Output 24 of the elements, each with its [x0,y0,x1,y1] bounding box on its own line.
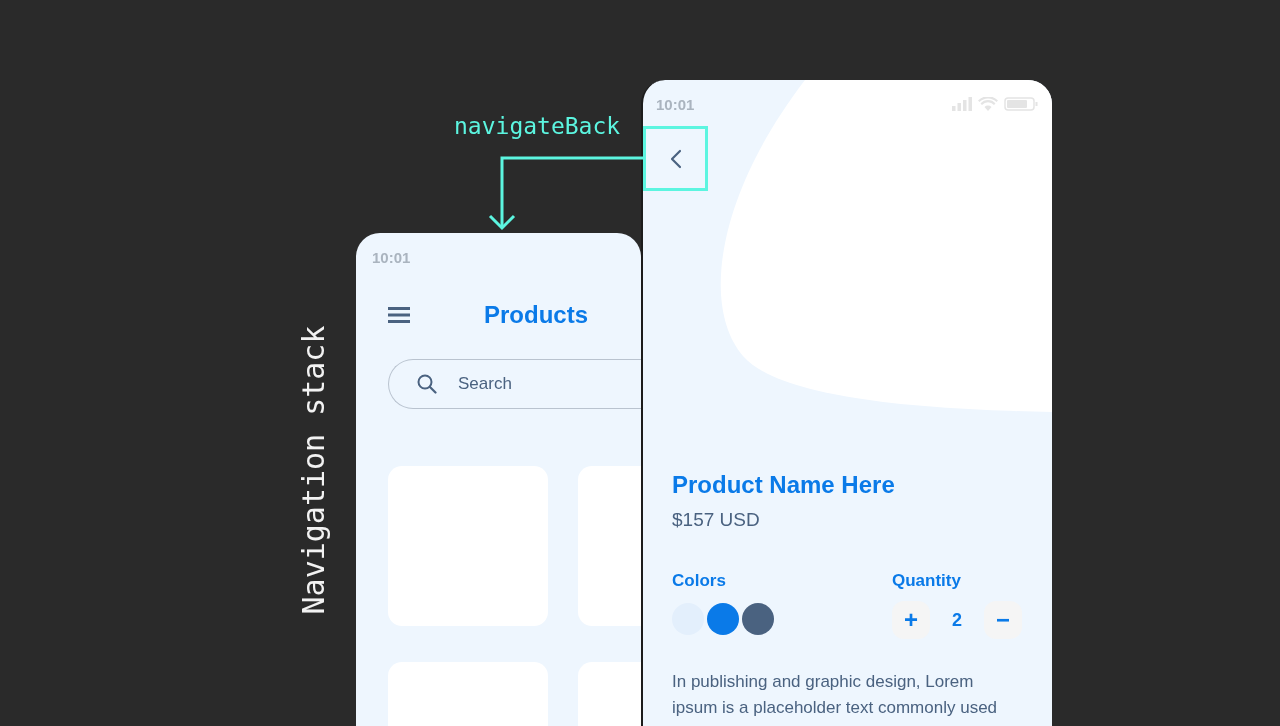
screen-title: Products [484,301,588,329]
back-button[interactable] [643,126,708,191]
battery-icon [1004,97,1038,111]
status-time: 10:01 [656,95,695,113]
quantity-label: Quantity [892,571,962,591]
decrement-button[interactable]: − [984,601,1022,639]
quantity-value: 2 [952,609,962,631]
product-description: In publishing and graphic design, Lorem ipsum is a placeholder text commonly used [672,671,999,719]
color-swatch[interactable] [742,603,774,635]
product-card[interactable] [578,466,641,626]
colors-label: Colors [672,571,727,591]
menu-icon[interactable] [388,307,410,323]
increment-button[interactable]: + [892,601,930,639]
search-icon [417,374,437,394]
transition-label: navigateBack [454,113,621,139]
signal-icon [952,97,972,111]
status-time: 10:01 [372,248,411,266]
search-field[interactable]: Search [388,359,641,409]
color-swatch[interactable] [707,603,739,635]
product-price: $157 USD [672,509,761,531]
chevron-left-icon [669,148,682,169]
wifi-icon [978,97,998,111]
product-name: Product Name Here [672,471,896,499]
stack-label: Navigation stack [295,325,331,615]
